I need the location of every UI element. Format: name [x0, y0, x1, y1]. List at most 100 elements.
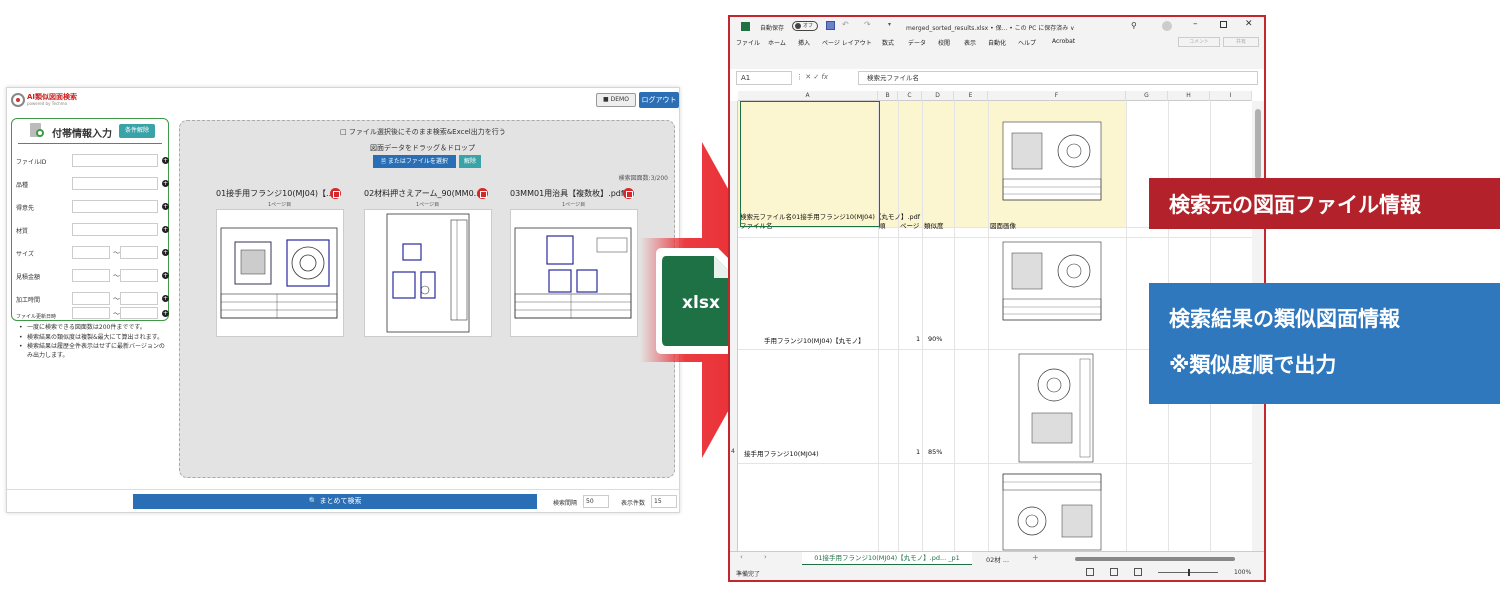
result-similarity[interactable]: 90%	[928, 335, 942, 343]
zoom-level[interactable]: 100%	[1234, 569, 1251, 576]
column-d[interactable]: D	[922, 91, 954, 101]
result-filename[interactable]: 手用フランジ10(MJ04)【丸モノ】	[764, 335, 865, 345]
add-icon[interactable]: +	[162, 310, 169, 317]
redo-icon[interactable]: ↷	[864, 20, 871, 29]
autosave-toggle[interactable]: オフ	[792, 21, 818, 31]
result-drawing-image[interactable]	[1002, 241, 1102, 321]
interval-input[interactable]: 50	[583, 495, 609, 508]
size-max-input[interactable]	[120, 246, 158, 259]
user-avatar-icon[interactable]	[1162, 21, 1172, 31]
logout-button[interactable]: ログアウト	[639, 92, 679, 108]
page-layout-view-icon[interactable]	[1110, 568, 1118, 576]
menu-acrobat[interactable]: Acrobat	[1052, 38, 1075, 45]
add-icon[interactable]: +	[162, 180, 169, 187]
add-icon[interactable]: +	[162, 226, 169, 233]
file-id-input[interactable]	[72, 154, 158, 167]
menu-help[interactable]: ヘルプ	[1018, 38, 1036, 47]
quick-access-chevron-icon[interactable]: ▾	[888, 21, 891, 28]
menu-data[interactable]: データ	[908, 38, 926, 47]
column-h[interactable]: H	[1168, 91, 1210, 101]
column-c[interactable]: C	[898, 91, 922, 101]
drawing-thumbnail[interactable]	[510, 209, 638, 337]
normal-view-icon[interactable]	[1086, 568, 1094, 576]
comment-button[interactable]: コメント	[1178, 37, 1220, 47]
delete-icon[interactable]	[623, 188, 634, 199]
formula-bar[interactable]: 検索元ファイル名	[858, 71, 1258, 85]
add-icon[interactable]: +	[162, 203, 169, 210]
clear-files-button[interactable]: 解除	[459, 155, 481, 168]
result-filename[interactable]: 接手用フランジ10(MJ04)	[744, 448, 819, 458]
add-icon[interactable]: +	[162, 272, 169, 279]
file-drop-area[interactable]: □ ファイル選択後にそのまま検索&Excel出力を行う 図面データをドラッグ＆ド…	[179, 120, 675, 478]
updated-max-input[interactable]	[120, 307, 158, 319]
drawing-thumbnail[interactable]	[364, 209, 492, 337]
select-file-button[interactable]: 🗎 またはファイルを選択	[373, 155, 456, 168]
menu-file[interactable]: ファイル	[736, 38, 760, 47]
search-icon[interactable]: ⚲	[1131, 21, 1137, 30]
add-icon[interactable]: +	[162, 295, 169, 302]
delete-icon[interactable]	[330, 188, 341, 199]
add-sheet-icon[interactable]: +	[1032, 553, 1039, 562]
page-break-view-icon[interactable]	[1134, 568, 1142, 576]
sheet-tab[interactable]: 02材 ...	[986, 554, 1009, 564]
menu-view[interactable]: 表示	[964, 38, 976, 47]
reset-conditions-button[interactable]: 条件解除	[119, 124, 155, 138]
prev-sheet-icon[interactable]: ‹	[740, 553, 743, 561]
add-icon[interactable]: +	[162, 157, 169, 164]
add-icon[interactable]: +	[162, 249, 169, 256]
estimate-min-input[interactable]	[72, 269, 110, 282]
menu-insert[interactable]: 挿入	[798, 38, 810, 47]
source-drawing-image[interactable]	[1002, 121, 1102, 201]
updated-min-input[interactable]	[72, 307, 110, 319]
processing-min-input[interactable]	[72, 292, 110, 305]
estimate-max-input[interactable]	[120, 269, 158, 282]
minimize-icon[interactable]: –	[1193, 19, 1198, 29]
vertical-scroll-thumb[interactable]	[1255, 109, 1261, 179]
result-similarity[interactable]: 85%	[928, 448, 942, 456]
undo-icon[interactable]: ↶	[842, 20, 849, 29]
file-title[interactable]: merged_sorted_results.xlsx • 保... • この P…	[906, 23, 1075, 32]
selected-cell[interactable]	[740, 101, 880, 227]
menu-page-layout[interactable]: ページ レイアウト	[822, 38, 872, 47]
sheet-tab-active[interactable]: 01接手用フランジ10(MJ04)【丸モノ】.pd... _p1	[802, 552, 972, 566]
drop-instruction: 図面データをドラッグ＆ドロップ	[370, 144, 475, 152]
product-input[interactable]	[72, 177, 158, 190]
result-page[interactable]: 1	[916, 448, 920, 456]
zoom-slider-handle[interactable]	[1188, 569, 1190, 576]
save-icon[interactable]	[826, 21, 835, 30]
header-image[interactable]: 図面画像	[990, 220, 1016, 230]
header-page[interactable]: ページ	[900, 220, 919, 230]
customer-input[interactable]	[72, 200, 158, 213]
processing-max-input[interactable]	[120, 292, 158, 305]
material-input[interactable]	[72, 223, 158, 236]
size-min-input[interactable]	[72, 246, 110, 259]
column-a[interactable]: A	[738, 91, 878, 101]
search-all-button[interactable]: 🔍 まとめて検索	[133, 494, 537, 509]
close-icon[interactable]: ✕	[1245, 19, 1253, 29]
column-g[interactable]: G	[1126, 91, 1168, 101]
function-icon[interactable]: ⋮ ✕ ✓ fx	[796, 73, 828, 81]
menu-review[interactable]: 校閲	[938, 38, 950, 47]
menu-automate[interactable]: 自動化	[988, 38, 1006, 47]
maximize-icon[interactable]	[1220, 21, 1227, 28]
menu-home[interactable]: ホーム	[768, 38, 786, 47]
result-page[interactable]: 1	[916, 335, 920, 343]
result-drawing-image[interactable]	[1018, 353, 1094, 463]
column-f[interactable]: F	[988, 91, 1126, 101]
share-button[interactable]: 共有	[1223, 37, 1259, 47]
menu-formulas[interactable]: 数式	[882, 38, 894, 47]
next-sheet-icon[interactable]: ›	[764, 553, 767, 561]
column-b[interactable]: B	[878, 91, 898, 101]
column-e[interactable]: E	[954, 91, 988, 101]
name-box[interactable]: A1	[736, 71, 792, 85]
display-count-input[interactable]: 15	[651, 495, 677, 508]
demo-user-button[interactable]: ■ DEMO	[596, 93, 636, 107]
horizontal-scroll-thumb[interactable]	[1075, 557, 1235, 561]
auto-export-checkbox[interactable]: □ ファイル選択後にそのまま検索&Excel出力を行う	[340, 127, 506, 137]
delete-icon[interactable]	[477, 188, 488, 199]
header-similarity[interactable]: 類似度	[924, 220, 944, 230]
column-i[interactable]: I	[1210, 91, 1252, 101]
result-drawing-image[interactable]	[1002, 473, 1102, 551]
drawing-thumbnail[interactable]	[216, 209, 344, 337]
row-number[interactable]: 4	[731, 448, 735, 455]
